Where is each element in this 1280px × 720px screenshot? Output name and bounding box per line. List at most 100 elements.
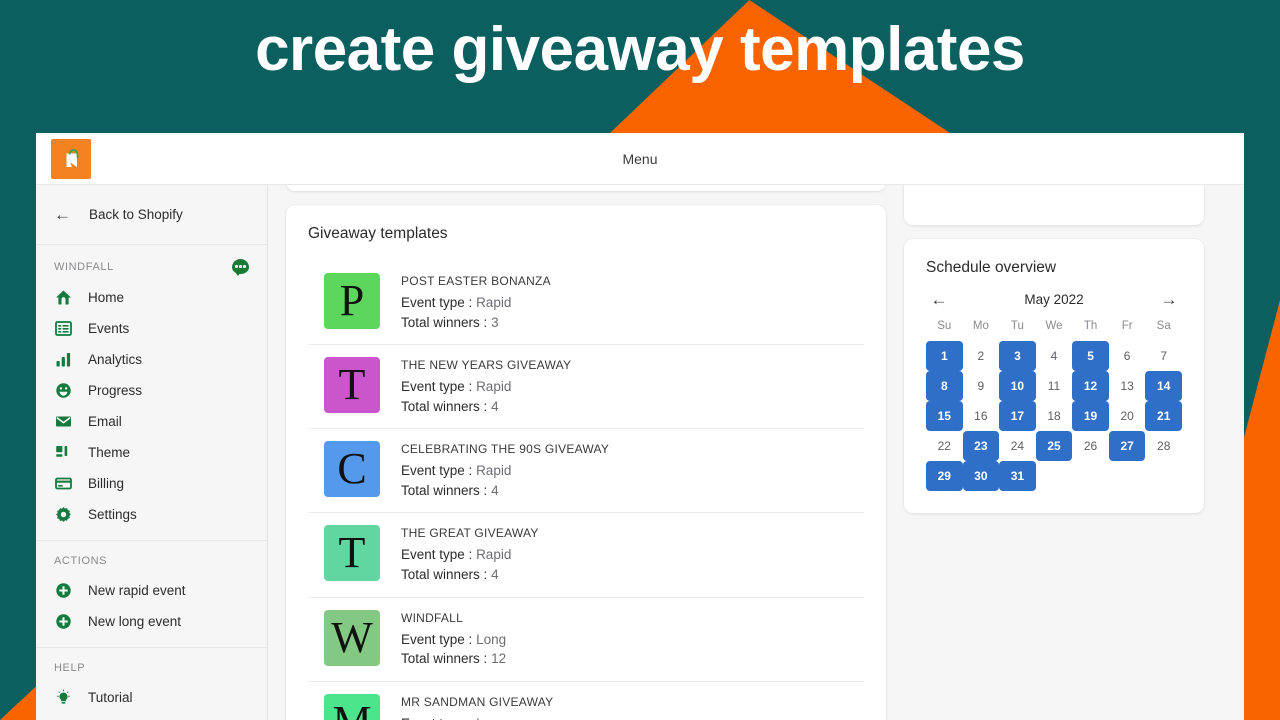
sidebar-item-label: New long event (88, 614, 182, 629)
calendar-day[interactable]: 24 (999, 431, 1036, 461)
calendar-day-scheduled[interactable]: 30 (962, 461, 1000, 491)
total-winners-value: 3 (491, 314, 499, 330)
sidebar-back-label: Back to Shopify (89, 207, 183, 222)
sidebar-item-label: Analytics (88, 352, 143, 367)
arrow-left-icon[interactable]: ← (928, 291, 950, 308)
sidebar-item-label: Home (88, 290, 125, 305)
total-winners-value: 12 (491, 651, 507, 667)
total-winners-label: Total winners : (401, 314, 488, 330)
home-icon (54, 289, 72, 307)
sidebar-item-back-to-shopify[interactable]: ← Back to Shopify (36, 185, 267, 245)
calendar-day[interactable]: 11 (1036, 371, 1073, 401)
calendar-day-scheduled[interactable]: 25 (1035, 431, 1073, 461)
sidebar-item-new-long-event[interactable]: New long event (36, 606, 267, 637)
template-total-winners: Total winners : 4 (401, 565, 539, 585)
template-total-winners: Total winners : 4 (401, 397, 571, 417)
calendar-day-scheduled[interactable]: 10 (999, 371, 1036, 401)
upcoming-event-card-clipped: R At 12:00:00 AM (904, 185, 1204, 225)
event-type-value: Rapid (476, 379, 512, 395)
sidebar-item-label: Email (88, 414, 122, 429)
calendar-day-scheduled[interactable]: 5 (1072, 341, 1109, 371)
calendar-day[interactable]: 16 (963, 401, 1000, 431)
content-column-side: R At 12:00:00 AM Schedule overview ← May… (904, 185, 1204, 720)
calendar-day-scheduled[interactable]: 3 (999, 341, 1036, 371)
calendar-day[interactable]: 20 (1109, 401, 1146, 431)
chat-bubble-icon[interactable] (232, 259, 249, 276)
calendar-day-scheduled[interactable]: 21 (1145, 401, 1182, 431)
list-item[interactable]: C CELEBRATING THE 90S GIVEAWAY Event typ… (308, 429, 864, 514)
calendar-day-header: Tu (1010, 320, 1024, 332)
list-item[interactable]: M MR SANDMAN GIVEAWAY Event type : Long … (308, 682, 864, 720)
calendar-month-label: May 2022 (1024, 292, 1084, 307)
avatar: M (324, 693, 380, 720)
sidebar-item-analytics[interactable]: Analytics (36, 344, 267, 375)
sidebar-item-billing[interactable]: Billing (36, 468, 267, 499)
sidebar-item-settings[interactable]: Settings (36, 499, 267, 530)
arrow-right-icon[interactable]: → (1158, 291, 1180, 308)
calendar-day-scheduled[interactable]: 15 (926, 401, 963, 431)
template-event-type: Event type : Rapid (401, 545, 539, 565)
calendar-day-header: We (1045, 320, 1063, 332)
avatar: P (324, 273, 380, 329)
calendar-day-scheduled[interactable]: 1 (926, 341, 963, 371)
schedule-title: Schedule overview (926, 259, 1057, 276)
avatar: T (324, 525, 380, 582)
calendar-day[interactable]: 26 (1072, 431, 1109, 461)
calendar-day-scheduled[interactable]: 29 (926, 461, 963, 491)
calendar-day[interactable]: 28 (1145, 431, 1182, 461)
template-total-winners: Total winners : 12 (401, 649, 506, 669)
calendar-day-scheduled[interactable]: 8 (926, 371, 963, 401)
avatar: T (324, 357, 380, 414)
sidebar-item-new-rapid-event[interactable]: New rapid event (36, 575, 267, 606)
giveaway-templates-card: Giveaway templates P POST EASTER BONANZA… (286, 205, 886, 720)
calendar-day-scheduled[interactable]: 12 (1072, 371, 1109, 401)
sidebar-section-help: HELP Tutorial (36, 648, 267, 720)
calendar-day[interactable]: 18 (1036, 401, 1073, 431)
smiley-icon (54, 382, 72, 400)
page-title: Giveaway templates (308, 225, 448, 242)
calendar-day-header: Fr (1121, 320, 1133, 332)
template-event-type: Event type : Long (401, 630, 506, 650)
calendar-day[interactable]: 2 (963, 341, 1000, 371)
avatar: W (324, 609, 380, 666)
event-type-label: Event type : (401, 379, 473, 395)
app-topbar: Menu (36, 133, 1244, 185)
calendar-day-header: Mo (972, 320, 989, 332)
sidebar-item-theme[interactable]: Theme (36, 437, 267, 468)
content-column-main: Giveaway templates P POST EASTER BONANZA… (286, 185, 886, 720)
envelope-icon (54, 413, 72, 431)
calendar-day-scheduled[interactable]: 23 (962, 431, 1000, 461)
card-above-clipped (286, 185, 886, 191)
sidebar-item-label: Settings (88, 507, 137, 522)
calendar-day-scheduled[interactable]: 27 (1108, 431, 1146, 461)
sidebar-item-tutorial[interactable]: Tutorial (36, 682, 267, 713)
total-winners-label: Total winners : (401, 398, 488, 414)
sidebar-item-events[interactable]: Events (36, 313, 267, 344)
list-item[interactable]: T THE GREAT GIVEAWAY Event type : Rapid … (308, 513, 864, 598)
list-item[interactable]: P POST EASTER BONANZA Event type : Rapid… (308, 261, 864, 346)
calendar-day-scheduled[interactable]: 14 (1145, 371, 1182, 401)
calendar-day[interactable]: 22 (926, 431, 963, 461)
list-item[interactable]: W WINDFALL Event type : Long Total winne… (308, 598, 864, 682)
sidebar-item-home[interactable]: Home (36, 282, 267, 313)
list-item[interactable]: T THE NEW YEARS GIVEAWAY Event type : Ra… (308, 345, 864, 430)
calendar-day[interactable]: 9 (963, 371, 1000, 401)
template-name: MR SANDMAN GIVEAWAY (401, 694, 554, 709)
calendar-day[interactable]: 13 (1109, 371, 1146, 401)
total-winners-label: Total winners : (401, 651, 488, 667)
total-winners-label: Total winners : (401, 566, 488, 582)
sidebar-item-progress[interactable]: Progress (36, 375, 267, 406)
template-name: POST EASTER BONANZA (401, 274, 551, 288)
promo-title: create giveaway templates (255, 15, 1025, 84)
sidebar-section-windfall: WINDFALL Home Events Analytics Progress … (36, 245, 267, 541)
calendar-day-scheduled[interactable]: 19 (1072, 401, 1109, 431)
calendar-day[interactable]: 7 (1145, 341, 1182, 371)
calendar-day-scheduled[interactable]: 17 (999, 401, 1036, 431)
template-event-type: Event type : Long (401, 714, 553, 720)
sidebar-item-email[interactable]: Email (36, 406, 267, 437)
calendar-day[interactable]: 6 (1109, 341, 1146, 371)
event-type-label: Event type : (401, 463, 473, 479)
calendar-day-scheduled[interactable]: 31 (999, 461, 1036, 491)
calendar-day[interactable]: 4 (1036, 341, 1073, 371)
event-type-label: Event type : (401, 295, 473, 310)
